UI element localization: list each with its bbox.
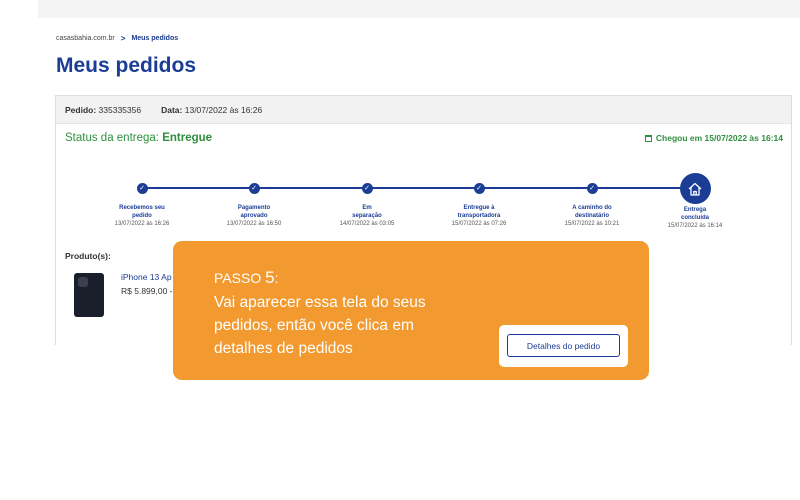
breadcrumb-separator: > xyxy=(120,34,126,43)
tracking-step-final: Entrega concluída 15/07/2022 às 16:14 xyxy=(655,173,735,231)
check-icon: ✓ xyxy=(361,183,373,194)
step-instructions: Vai aparecer essa tela do seus pedidos, … xyxy=(214,294,426,357)
tracking-step: ✓ Recebemos seu pedido 13/07/2022 às 16:2… xyxy=(114,183,170,227)
order-date: Data: 13/07/2022 às 16:26 xyxy=(161,104,263,115)
tracking-step: ✓ A caminho do destinatário 15/07/2022 às… xyxy=(564,183,620,227)
tracking-step: ✓ Em separação 14/07/2022 às 03:05 xyxy=(339,183,395,227)
home-icon xyxy=(679,173,711,204)
order-header: Pedido: 335335356 Data: 13/07/2022 às 16… xyxy=(56,95,791,124)
delivery-status: Status da entrega: Entregue xyxy=(65,132,213,144)
top-bar xyxy=(38,0,800,18)
order-number: Pedido: 335335356 xyxy=(65,104,142,115)
calendar-icon xyxy=(644,134,652,142)
products-label: Produto(s): xyxy=(65,251,111,261)
tutorial-overlay: PASSO 5: Vai aparecer essa tela do seus … xyxy=(173,241,649,380)
breadcrumb: casasbahia.com.br > Meus pedidos xyxy=(56,34,178,43)
tracking-step: ✓ Pagamento aprovado 13/07/2022 às 16:50 xyxy=(226,183,282,227)
breadcrumb-home-link[interactable]: casasbahia.com.br xyxy=(56,35,115,42)
check-icon: ✓ xyxy=(248,183,260,194)
status-value: Entregue xyxy=(162,132,213,144)
button-highlight: Detalhes do pedido xyxy=(499,325,628,367)
check-icon: ✓ xyxy=(136,183,148,194)
check-icon: ✓ xyxy=(586,183,598,194)
arrival-info: Chegou em 15/07/2022 às 16:14 xyxy=(644,133,783,143)
order-details-button[interactable]: Detalhes do pedido xyxy=(507,334,620,357)
check-icon: ✓ xyxy=(473,183,485,194)
step-title: PASSO 5: xyxy=(214,268,279,287)
product-price: R$ 5.899,00 - xyxy=(121,286,173,296)
tracking-step: ✓ Entregue à transportadora 15/07/2022 às… xyxy=(451,183,507,227)
breadcrumb-current[interactable]: Meus pedidos xyxy=(131,35,178,42)
page-title: Meus pedidos xyxy=(56,54,197,77)
product-image xyxy=(74,273,104,317)
product-name[interactable]: iPhone 13 Ap xyxy=(121,272,172,282)
